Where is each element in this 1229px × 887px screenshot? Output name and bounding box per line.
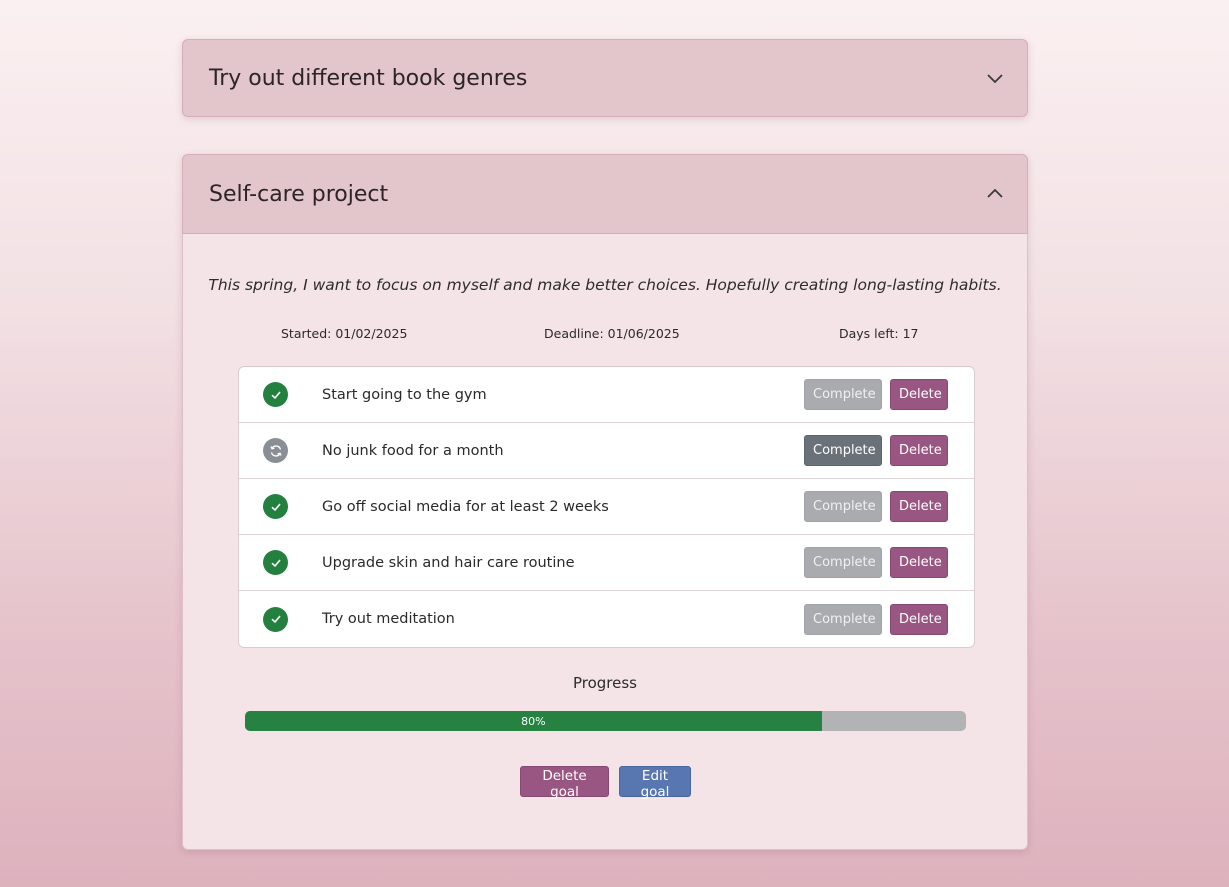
task-list: Start going to the gym Complete Delete N… — [238, 366, 975, 648]
task-text: No junk food for a month — [322, 442, 504, 459]
delete-goal-button[interactable]: Delete goal — [520, 766, 609, 800]
complete-button[interactable]: Complete — [804, 435, 882, 466]
progress-bar: 80% — [245, 711, 966, 731]
check-circle-icon — [263, 550, 288, 575]
goal-accordion-self-care: Self-care project This spring, I want to… — [182, 154, 1028, 850]
delete-task-button[interactable]: Delete — [890, 547, 948, 578]
chevron-up-icon — [987, 188, 1003, 198]
chevron-down-icon — [987, 74, 1003, 84]
complete-button: Complete — [804, 379, 882, 410]
list-item: Try out meditation Complete Delete — [239, 591, 974, 647]
progress-fill: 80% — [245, 711, 822, 731]
delete-task-button[interactable]: Delete — [890, 379, 948, 410]
refresh-icon — [263, 438, 288, 463]
delete-task-button[interactable]: Delete — [890, 491, 948, 522]
goal-body: This spring, I want to focus on myself a… — [182, 234, 1028, 850]
list-item: Start going to the gym Complete Delete — [239, 367, 974, 423]
task-text: Start going to the gym — [322, 386, 487, 403]
list-item: Go off social media for at least 2 weeks… — [239, 479, 974, 535]
task-text: Upgrade skin and hair care routine — [322, 554, 575, 571]
days-left: Days left: 17 — [839, 326, 919, 341]
delete-task-button[interactable]: Delete — [890, 603, 948, 635]
check-circle-icon — [263, 494, 288, 519]
list-item: Upgrade skin and hair care routine Compl… — [239, 535, 974, 591]
edit-goal-button[interactable]: Edit goal — [619, 766, 691, 800]
goal-title: Self-care project — [209, 181, 389, 207]
goal-description: This spring, I want to focus on myself a… — [208, 276, 1002, 294]
check-circle-icon — [263, 382, 288, 407]
progress-label: Progress — [572, 674, 637, 692]
goal-header-self-care[interactable]: Self-care project — [182, 154, 1028, 234]
complete-button: Complete — [804, 603, 882, 635]
start-date: Started: 01/02/2025 — [281, 326, 408, 341]
goal-header-book-genres[interactable]: Try out different book genres — [182, 39, 1028, 117]
goal-title: Try out different book genres — [209, 65, 528, 91]
list-item: No junk food for a month Complete Delete — [239, 423, 974, 479]
deadline-date: Deadline: 01/06/2025 — [544, 326, 680, 341]
task-text: Try out meditation — [322, 611, 455, 627]
goal-accordion-book-genres: Try out different book genres — [182, 39, 1028, 117]
check-circle-icon — [263, 606, 288, 632]
complete-button: Complete — [804, 491, 882, 522]
task-text: Go off social media for at least 2 weeks — [322, 498, 609, 515]
delete-task-button[interactable]: Delete — [890, 435, 948, 466]
complete-button: Complete — [804, 547, 882, 578]
